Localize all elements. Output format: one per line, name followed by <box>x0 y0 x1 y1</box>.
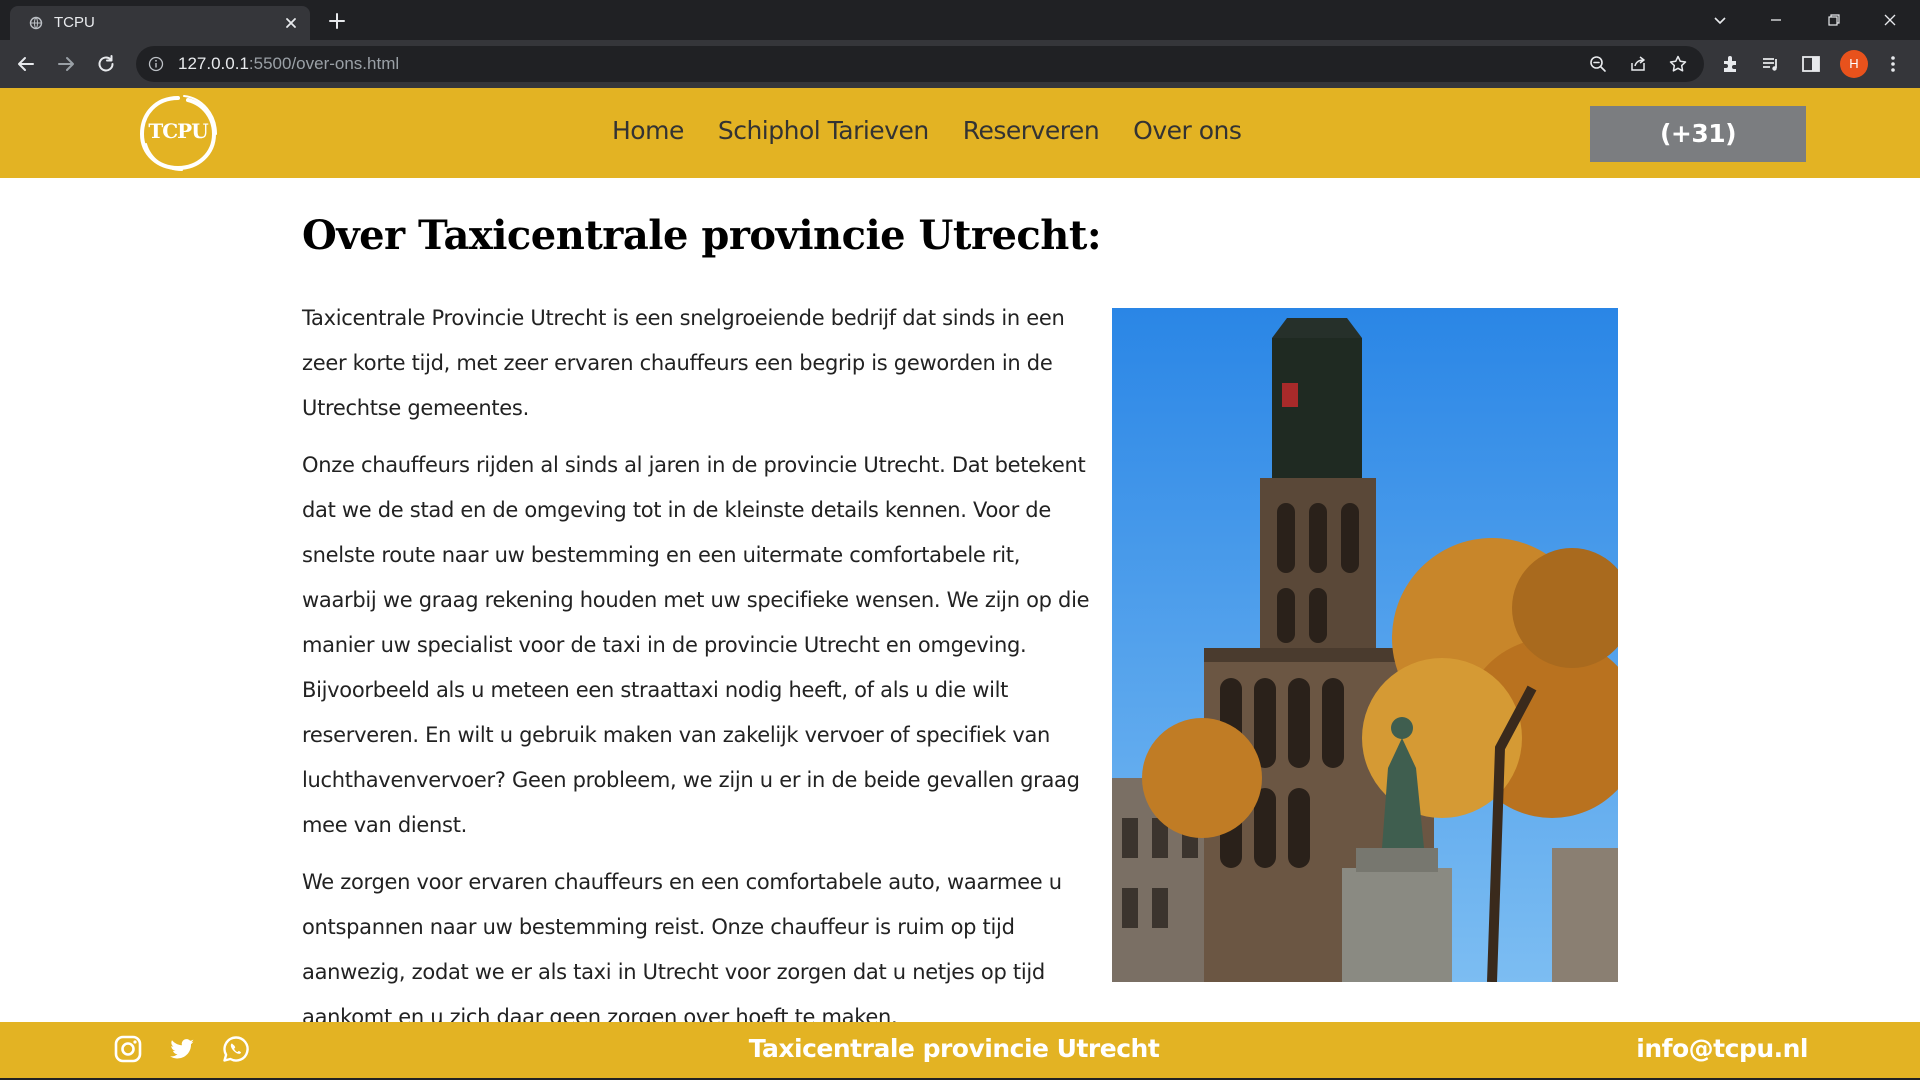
bookmark-star-icon[interactable] <box>1668 54 1688 74</box>
address-bar[interactable]: 127.0.0.1:5500/over-ons.html <box>136 46 1704 82</box>
footer-title: Taxicentrale provincie Utrecht <box>748 1034 1160 1063</box>
info-icon[interactable] <box>148 56 164 72</box>
zoom-icon[interactable] <box>1588 54 1608 74</box>
forward-arrow-icon[interactable] <box>54 52 78 76</box>
paragraph-intro: Taxicentrale Provincie Utrecht is een sn… <box>302 306 1065 420</box>
globe-icon <box>29 16 43 30</box>
site-header: TCPU Home Schiphol Tarieven Reserveren O… <box>0 88 1920 204</box>
about-text: Taxicentrale Provincie Utrecht is een sn… <box>302 296 1092 1052</box>
nav-link-home[interactable]: Home <box>612 116 684 145</box>
close-window-icon[interactable] <box>1878 8 1902 32</box>
profile-avatar[interactable]: H <box>1840 50 1868 78</box>
url-text[interactable]: 127.0.0.1:5500/over-ons.html <box>178 54 399 74</box>
tab-title: TCPU <box>54 14 95 31</box>
browser-tab-bar: TCPU <box>0 0 1920 40</box>
browser-tab[interactable]: TCPU <box>10 6 310 40</box>
url-host: 127.0.0.1 <box>178 54 249 73</box>
paragraph-examples: Bijvoorbeeld als u meteen een straattaxi… <box>302 678 1080 837</box>
paragraph-comfort: We zorgen voor ervaren chauffeurs en een… <box>302 870 1062 1029</box>
logo-text: TCPU <box>148 119 208 143</box>
restore-icon[interactable] <box>1822 8 1846 32</box>
nav-link-over-ons[interactable]: Over ons <box>1133 116 1242 145</box>
close-tab-icon[interactable] <box>282 14 300 32</box>
media-queue-icon[interactable] <box>1760 53 1782 75</box>
side-panel-icon[interactable] <box>1800 53 1822 75</box>
page-title: Over Taxicentrale provincie Utrecht: <box>302 212 1102 259</box>
extensions-puzzle-icon[interactable] <box>1720 53 1742 75</box>
nav-link-schiphol-tarieven[interactable]: Schiphol Tarieven <box>718 116 929 145</box>
footer-email-link[interactable]: info@tcpu.nl <box>1636 1034 1808 1063</box>
logo[interactable]: TCPU <box>136 92 220 174</box>
nav-link-reserveren[interactable]: Reserveren <box>963 116 1100 145</box>
main-nav: Home Schiphol Tarieven Reserveren Over o… <box>612 116 1242 145</box>
browser-toolbar: 127.0.0.1:5500/over-ons.html H <box>0 40 1920 88</box>
dom-tower-photo <box>1112 308 1618 982</box>
paragraph-chauffeurs: Onze chauffeurs rijden al sinds al jaren… <box>302 453 1090 657</box>
back-arrow-icon[interactable] <box>14 52 38 76</box>
kebab-menu-icon[interactable] <box>1882 53 1904 75</box>
share-icon[interactable] <box>1628 54 1648 74</box>
minimize-icon[interactable] <box>1764 8 1788 32</box>
reload-icon[interactable] <box>94 52 118 76</box>
dom-tower-illustration <box>1112 308 1618 982</box>
site-footer: Taxicentrale provincie Utrecht info@tcpu… <box>0 1022 1920 1078</box>
phone-button[interactable]: (+31) 64896615 <box>1590 106 1806 204</box>
url-path: :5500/over-ons.html <box>248 54 400 73</box>
new-tab-icon[interactable] <box>326 10 348 32</box>
tab-search-icon[interactable] <box>1708 8 1732 32</box>
